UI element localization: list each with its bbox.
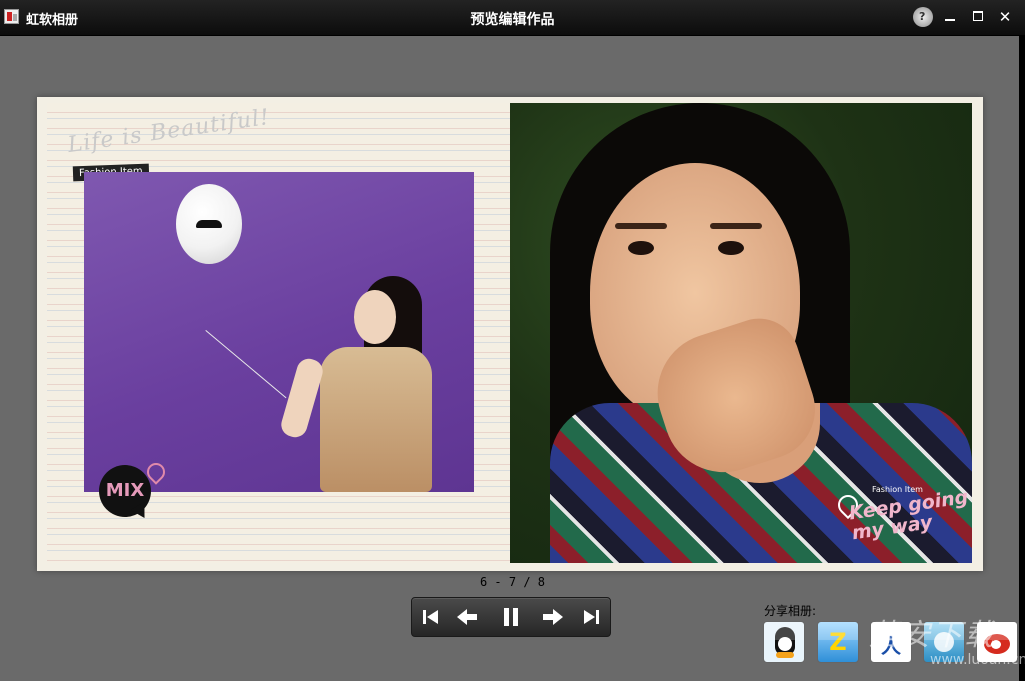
skip-to-last-icon[interactable] (580, 607, 602, 627)
decor-script-text: Life is Beautiful! (66, 104, 272, 159)
right-eyebrow (710, 223, 762, 229)
girl-face (354, 290, 396, 344)
pause-icon[interactable] (500, 607, 522, 627)
left-page[interactable]: Life is Beautiful! Fashion Item MIX (47, 103, 510, 563)
share-album-label: 分享相册: (764, 604, 817, 618)
qzone-glyph: Z (829, 628, 847, 656)
qq-icon[interactable] (763, 621, 805, 663)
title-bar: 虹软相册 预览编辑作品 ? ✕ (0, 0, 1025, 36)
renren-icon[interactable]: 人 (870, 621, 912, 663)
left-photo (84, 172, 474, 492)
window-title: 预览编辑作品 (470, 12, 555, 28)
right-photo[interactable]: Fashion Item Keep going my way (510, 103, 972, 563)
maximize-button[interactable] (968, 7, 988, 27)
page-indicator: 6 - 7 / 8 (479, 575, 546, 589)
left-eyebrow (615, 223, 667, 229)
right-eye (718, 241, 744, 255)
minimize-button[interactable] (940, 7, 960, 27)
album-spread: Life is Beautiful! Fashion Item MIX Fash… (37, 97, 983, 571)
skip-to-first-icon[interactable] (420, 607, 442, 627)
close-button[interactable]: ✕ (995, 7, 1015, 27)
renren-glyph: 人 (881, 634, 901, 658)
balloon-string (205, 330, 287, 399)
left-eye (628, 241, 654, 255)
weibo-icon[interactable] (976, 621, 1018, 663)
next-arrow-icon[interactable] (542, 607, 564, 627)
qzone-icon[interactable]: Z (817, 621, 859, 663)
kaixin-icon[interactable] (923, 621, 965, 663)
previous-arrow-icon[interactable] (456, 607, 478, 627)
mustache-icon (196, 220, 222, 228)
balloon-image (176, 184, 242, 264)
help-globe-icon[interactable]: ? (913, 7, 933, 27)
playback-controls (411, 597, 611, 637)
girl-dress (320, 347, 432, 492)
